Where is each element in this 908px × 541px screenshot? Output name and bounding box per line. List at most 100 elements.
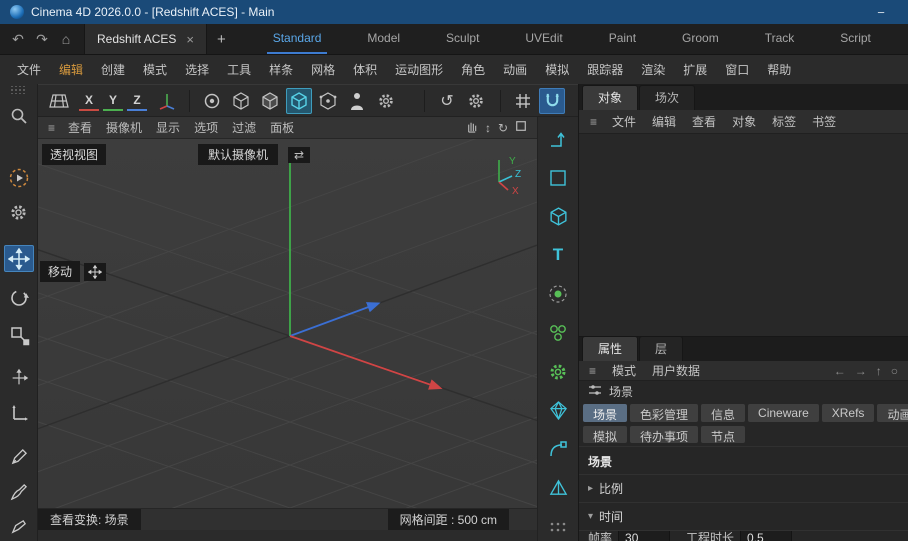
undo-icon[interactable]: ↶ <box>6 31 30 48</box>
attribute-manager-tab[interactable]: 属性 <box>582 336 638 361</box>
simulation-tool[interactable] <box>543 358 573 386</box>
viewport-menu-item[interactable]: 显示 <box>149 119 187 136</box>
layout-tab[interactable]: Standard <box>267 24 328 54</box>
menu-item[interactable]: 样条 <box>260 61 302 78</box>
zoom-view-icon[interactable]: ↕ <box>485 121 491 135</box>
layout-tab[interactable]: UVEdit <box>519 24 568 54</box>
rotate-view-icon[interactable]: ↻ <box>498 121 508 135</box>
history-back-icon[interactable]: ← <box>834 364 846 378</box>
category-tab[interactable]: 场景 <box>583 404 627 422</box>
sketch-pen-tool[interactable] <box>4 479 34 506</box>
menu-item[interactable]: 选择 <box>176 61 218 78</box>
category-tab[interactable]: XRefs <box>822 404 875 422</box>
axis-lock-button[interactable]: Y <box>103 91 123 111</box>
world-axis-icon[interactable] <box>154 88 180 114</box>
layout-tab[interactable]: Script <box>834 24 877 54</box>
menu-item[interactable]: 创建 <box>92 61 134 78</box>
number-input[interactable]: 0.5 <box>740 530 792 541</box>
viewport-menu-item[interactable]: 面板 <box>263 119 301 136</box>
category-tab[interactable]: Cineware <box>748 404 819 422</box>
number-input[interactable]: 30 <box>618 530 670 541</box>
volume-tool[interactable] <box>543 397 573 425</box>
object-manager-menu-item[interactable]: 查看 <box>684 113 724 130</box>
category-tab[interactable]: 待办事项 <box>630 426 698 444</box>
layout-tab[interactable]: Groom <box>676 24 725 54</box>
new-tab-button[interactable]: + <box>207 24 236 54</box>
menu-item[interactable]: 动画 <box>494 61 536 78</box>
attribute-group-header[interactable]: ▸ 比例 <box>579 474 908 502</box>
scale-tool[interactable] <box>4 321 34 348</box>
layout-tab[interactable]: Model <box>361 24 406 54</box>
object-manager-tab[interactable]: 场次 <box>639 85 695 110</box>
menu-item[interactable]: 模拟 <box>536 61 578 78</box>
mograph-cloner-tool[interactable] <box>543 319 573 347</box>
workplane-icon[interactable] <box>46 88 72 114</box>
menu-item[interactable]: 角色 <box>452 61 494 78</box>
coordinates-tool[interactable] <box>543 125 573 153</box>
viewport-menu-item[interactable]: 过滤 <box>225 119 263 136</box>
menu-item[interactable]: 体积 <box>344 61 386 78</box>
move-tool[interactable] <box>4 245 34 272</box>
attribute-menu-icon[interactable]: ≡ <box>583 364 602 378</box>
interactive-render-tool[interactable] <box>4 164 34 191</box>
layout-tab[interactable]: Sculpt <box>440 24 485 54</box>
mode-menu[interactable]: 模式 <box>606 362 642 379</box>
tool-settings-gear-icon[interactable] <box>463 88 489 114</box>
minimize-button[interactable]: − <box>864 5 898 20</box>
camera-object-tool[interactable] <box>543 474 573 502</box>
object-manager-menu-item[interactable]: 文件 <box>604 113 644 130</box>
category-tab[interactable]: 色彩管理 <box>630 404 698 422</box>
cube-primitive-tool[interactable] <box>543 203 573 231</box>
layout-tab[interactable]: Track <box>759 24 801 54</box>
search-icon[interactable]: ○ <box>891 364 898 378</box>
mode-button[interactable] <box>228 88 254 114</box>
axis-lock-button[interactable]: Z <box>127 91 147 111</box>
spline-pen-tool[interactable] <box>4 514 34 541</box>
menu-item[interactable]: 编辑 <box>50 61 92 78</box>
mode-button[interactable] <box>257 88 283 114</box>
object-manager-menu-item[interactable]: 编辑 <box>644 113 684 130</box>
deformer-tool[interactable] <box>543 436 573 464</box>
palette-drag-handle[interactable] <box>11 86 27 94</box>
make-editable-button[interactable] <box>199 88 225 114</box>
menu-item[interactable]: 网格 <box>302 61 344 78</box>
menu-item[interactable]: 跟踪器 <box>578 61 632 78</box>
close-tab-icon[interactable]: × <box>186 32 194 47</box>
attribute-manager-tab[interactable]: 层 <box>639 336 683 361</box>
viewport-menu-icon[interactable]: ≡ <box>42 121 61 135</box>
plane-primitive-tool[interactable] <box>543 164 573 192</box>
user-data-menu[interactable]: 用户数据 <box>646 362 706 379</box>
redo-icon[interactable]: ↷ <box>30 31 54 48</box>
object-manager-tab[interactable]: 对象 <box>582 85 638 110</box>
object-manager-menu-icon[interactable]: ≡ <box>583 115 604 129</box>
transform-tool[interactable] <box>4 364 34 391</box>
snap-toggle-button[interactable] <box>539 88 565 114</box>
live-selection-tool[interactable] <box>4 102 34 129</box>
character-icon[interactable] <box>344 88 370 114</box>
camera-swap-icon[interactable]: ⇄ <box>288 147 310 163</box>
object-manager-menu-item[interactable]: 标签 <box>764 113 804 130</box>
attribute-group-header[interactable]: ▾ 时间 <box>579 502 908 530</box>
menu-item[interactable]: 文件 <box>8 61 50 78</box>
view-label[interactable]: 透视视图 <box>42 144 106 165</box>
viewport-menu-item[interactable]: 摄像机 <box>99 119 149 136</box>
menu-item[interactable]: 窗口 <box>716 61 758 78</box>
axis-modify-tool[interactable] <box>4 399 34 426</box>
pan-hand-icon[interactable] <box>465 120 478 136</box>
camera-label[interactable]: 默认摄像机 <box>198 144 278 165</box>
parent-icon[interactable]: ↑ <box>876 364 882 378</box>
document-tab[interactable]: Redshift ACES × <box>84 24 207 54</box>
object-manager-menu-item[interactable]: 对象 <box>724 113 764 130</box>
menu-item[interactable]: 帮助 <box>758 61 800 78</box>
layout-tab[interactable]: Paint <box>603 24 642 54</box>
pen-tool[interactable] <box>4 444 34 471</box>
object-manager-menu-item[interactable]: 书签 <box>804 113 844 130</box>
category-tab[interactable]: 信息 <box>701 404 745 422</box>
menu-item[interactable]: 模式 <box>134 61 176 78</box>
mode-button[interactable] <box>315 88 341 114</box>
viewport-menu-item[interactable]: 查看 <box>61 119 99 136</box>
grid-toggle-button[interactable] <box>510 88 536 114</box>
menu-item[interactable]: 渲染 <box>632 61 674 78</box>
viewport-canvas[interactable]: 透视视图 默认摄像机 ⇄ Y Z X 移动 <box>38 139 537 508</box>
object-list[interactable] <box>579 134 908 336</box>
